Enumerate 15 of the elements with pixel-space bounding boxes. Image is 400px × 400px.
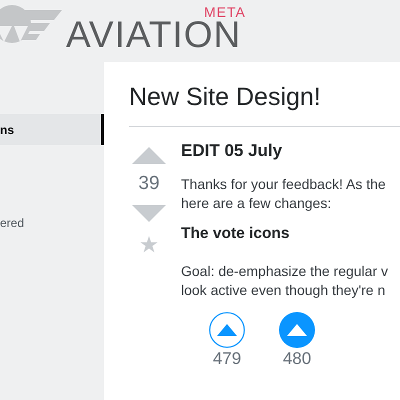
site-logo-name[interactable]: AVIATION [66,16,242,53]
intro-paragraph: Thanks for your feedback! As the here are a few changes: [181,175,387,214]
section-heading: The vote icons [181,225,291,244]
goal-paragraph: Goal: de-emphasize the regular v look active even though they're n [181,262,388,300]
post-title: New Site Design! [129,82,322,112]
vote-count: 479 [212,350,242,367]
sidebar-item[interactable]: ns [0,114,104,145]
vote-count: 39 [138,172,160,196]
edit-heading: EDIT 05 July [181,141,284,162]
vote-count: 480 [282,350,312,367]
sidebar-item[interactable]: ered [0,207,104,238]
star-icon[interactable] [140,236,158,252]
downvote-icon[interactable] [132,204,166,222]
upvote-icon[interactable] [132,147,166,164]
site-logo-tag[interactable]: META [204,5,246,19]
